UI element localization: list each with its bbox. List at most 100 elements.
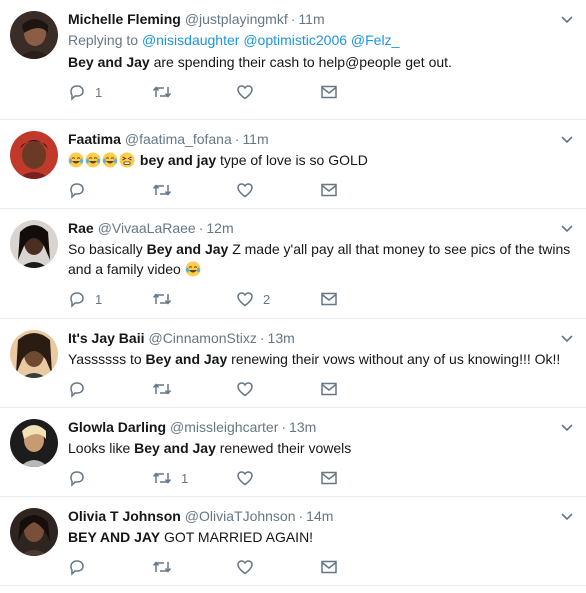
retweet-count: 1 bbox=[181, 470, 189, 486]
tweet[interactable]: Glowla Darling @missleighcarter · 13m Lo… bbox=[0, 408, 586, 497]
tweet-text: Looks like Bey and Jay renewed their vow… bbox=[68, 438, 572, 458]
direct-message-button[interactable] bbox=[320, 83, 404, 101]
envelope-icon bbox=[321, 471, 337, 485]
heart-icon bbox=[237, 560, 253, 575]
tweet[interactable]: Olivia T Johnson @OliviaTJohnson · 14m B… bbox=[0, 497, 586, 586]
tweet-text-prefix: Yassssss to bbox=[68, 351, 146, 367]
display-name[interactable]: Rae bbox=[68, 219, 94, 237]
tweet-text-body: are spending their cash to help@people g… bbox=[149, 54, 452, 70]
avatar[interactable] bbox=[10, 330, 58, 378]
user-handle[interactable]: @missleighcarter bbox=[170, 418, 278, 436]
envelope-icon bbox=[321, 292, 337, 306]
reply-icon bbox=[70, 382, 84, 398]
retweet-button[interactable] bbox=[152, 558, 236, 576]
mention-link[interactable]: @optimistic2006 bbox=[243, 32, 347, 48]
display-name[interactable]: Michelle Fleming bbox=[68, 10, 181, 28]
user-handle[interactable]: @VivaaLaRaee bbox=[98, 219, 196, 237]
chevron-down-icon[interactable] bbox=[560, 509, 574, 523]
reply-button[interactable] bbox=[68, 469, 152, 487]
retweet-button[interactable]: 1 bbox=[152, 469, 236, 487]
retweet-button[interactable] bbox=[152, 290, 236, 308]
tears-of-joy-emoji-icon bbox=[85, 152, 101, 168]
retweet-icon bbox=[152, 184, 172, 196]
reply-button[interactable] bbox=[68, 380, 152, 398]
direct-message-button[interactable] bbox=[320, 469, 404, 487]
avatar[interactable] bbox=[10, 131, 58, 179]
tweet-text: BEY AND JAY GOT MARRIED AGAIN! bbox=[68, 527, 572, 547]
chevron-down-icon[interactable] bbox=[560, 331, 574, 345]
timestamp[interactable]: 11m bbox=[242, 130, 268, 148]
retweet-icon bbox=[152, 383, 172, 395]
replying-to: Replying to @nisisdaughter @optimistic20… bbox=[68, 30, 572, 50]
separator-dot: · bbox=[234, 131, 240, 147]
direct-message-button[interactable] bbox=[320, 558, 404, 576]
chevron-down-icon[interactable] bbox=[560, 132, 574, 146]
separator-dot: · bbox=[281, 419, 287, 435]
user-handle[interactable]: @CinnamonStixz bbox=[148, 329, 256, 347]
highlight-text: Bey and Jay bbox=[134, 440, 216, 456]
avatar[interactable] bbox=[10, 508, 58, 556]
mention-link[interactable]: @nisisdaughter bbox=[142, 32, 240, 48]
reply-icon bbox=[70, 183, 84, 199]
reply-icon bbox=[70, 292, 84, 308]
tweet[interactable]: Rae @VivaaLaRaee · 12m So basically Bey … bbox=[0, 209, 586, 319]
reply-icon bbox=[70, 85, 84, 101]
timestamp[interactable]: 11m bbox=[298, 10, 324, 28]
reply-button[interactable]: 1 bbox=[68, 290, 152, 308]
chevron-down-icon[interactable] bbox=[560, 420, 574, 434]
like-count: 2 bbox=[263, 291, 271, 307]
like-button[interactable]: 2 bbox=[236, 290, 320, 308]
direct-message-button[interactable] bbox=[320, 290, 404, 308]
display-name[interactable]: Faatima bbox=[68, 130, 121, 148]
action-bar bbox=[68, 378, 572, 400]
highlight-text: bey and jay bbox=[139, 152, 217, 168]
tweet-text: Bey and Jay are spending their cash to h… bbox=[68, 52, 572, 72]
like-button[interactable] bbox=[236, 558, 320, 576]
like-button[interactable] bbox=[236, 83, 320, 101]
highlight-text: Bey and Jay bbox=[68, 54, 150, 70]
avatar[interactable] bbox=[10, 220, 58, 268]
like-button[interactable] bbox=[236, 469, 320, 487]
display-name[interactable]: Olivia T Johnson bbox=[68, 507, 181, 525]
direct-message-button[interactable] bbox=[320, 181, 404, 199]
user-handle[interactable]: @justplayingmkf bbox=[185, 10, 288, 28]
display-name[interactable]: It's Jay Baii bbox=[68, 329, 144, 347]
like-button[interactable] bbox=[236, 181, 320, 199]
reply-button[interactable]: 1 bbox=[68, 83, 152, 101]
avatar[interactable] bbox=[10, 419, 58, 467]
tears-of-joy-emoji-icon bbox=[102, 152, 118, 168]
user-handle[interactable]: @faatima_fofana bbox=[125, 130, 232, 148]
chevron-down-icon[interactable] bbox=[560, 221, 574, 235]
user-handle[interactable]: @OliviaTJohnson bbox=[185, 507, 296, 525]
tears-of-joy-emoji-icon bbox=[68, 152, 84, 168]
display-name[interactable]: Glowla Darling bbox=[68, 418, 166, 436]
chevron-down-icon[interactable] bbox=[560, 12, 574, 26]
tweet[interactable]: Faatima @faatima_fofana · 11m bey and ja… bbox=[0, 120, 586, 209]
retweet-icon bbox=[152, 472, 172, 484]
action-bar: 1 bbox=[68, 81, 572, 103]
heart-icon bbox=[237, 85, 253, 100]
retweet-button[interactable] bbox=[152, 181, 236, 199]
retweet-button[interactable] bbox=[152, 83, 236, 101]
avatar[interactable] bbox=[10, 11, 58, 59]
tweet[interactable]: Michelle Fleming @justplayingmkf · 11m R… bbox=[0, 0, 586, 120]
direct-message-button[interactable] bbox=[320, 380, 404, 398]
separator-dot: · bbox=[259, 330, 265, 346]
tired-face-emoji-icon bbox=[119, 152, 135, 168]
mention-link[interactable]: @Felz_ bbox=[351, 32, 399, 48]
retweet-button[interactable] bbox=[152, 380, 236, 398]
tweet[interactable]: It's Jay Baii @CinnamonStixz · 13m Yasss… bbox=[0, 319, 586, 408]
tweet-text: Yassssss to Bey and Jay renewing their v… bbox=[68, 349, 572, 369]
like-button[interactable] bbox=[236, 380, 320, 398]
timestamp[interactable]: 14m bbox=[306, 507, 333, 525]
reply-icon bbox=[70, 471, 84, 487]
tweet-feed: Michelle Fleming @justplayingmkf · 11m R… bbox=[0, 0, 586, 586]
reply-button[interactable] bbox=[68, 558, 152, 576]
reply-count: 1 bbox=[95, 84, 103, 100]
tweet-text: bey and jay type of love is so GOLD bbox=[68, 150, 572, 170]
timestamp[interactable]: 12m bbox=[206, 219, 233, 237]
timestamp[interactable]: 13m bbox=[268, 329, 295, 347]
timestamp[interactable]: 13m bbox=[289, 418, 316, 436]
reply-button[interactable] bbox=[68, 181, 152, 199]
action-bar bbox=[68, 179, 572, 201]
